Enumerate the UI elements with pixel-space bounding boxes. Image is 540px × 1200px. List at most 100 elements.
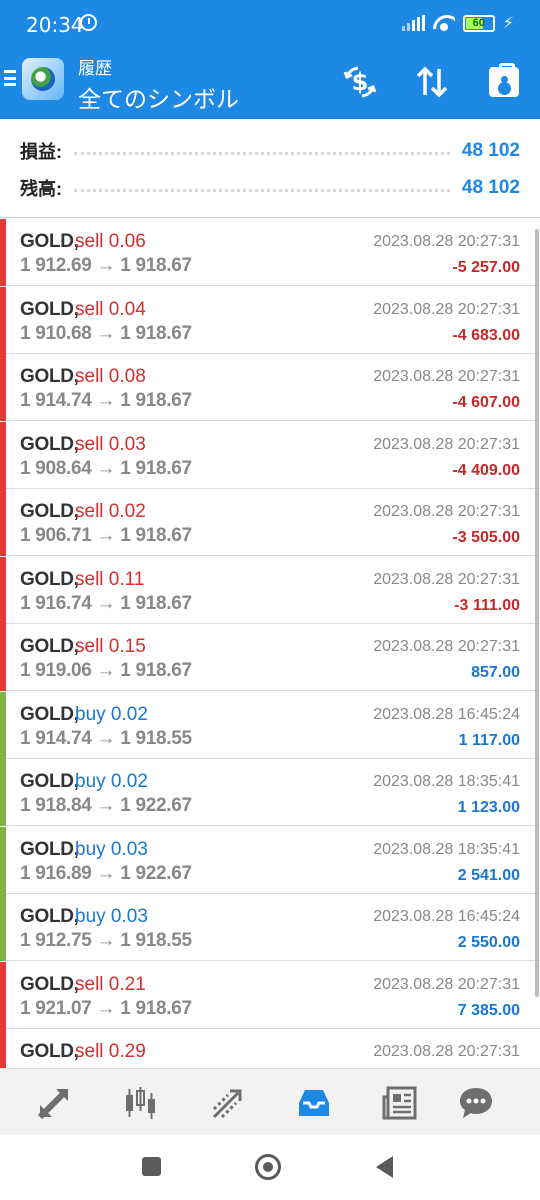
trade-profit: -4 683.00	[452, 326, 520, 344]
balance-row: 残高: 48 102	[20, 173, 520, 203]
trade-symbol: GOLD,	[20, 1041, 79, 1062]
balance-label: 残高:	[20, 179, 62, 199]
trade-icon[interactable]	[208, 1083, 248, 1123]
chat-icon[interactable]	[456, 1083, 496, 1123]
trade-time: 2023.08.28 20:27:31	[373, 435, 520, 453]
trade-symbol: GOLD,	[20, 433, 79, 455]
trade-profit: -4 607.00	[452, 394, 520, 411]
trade-side-volume: sell 0.04	[75, 298, 146, 320]
profit-value: 48 102	[461, 140, 520, 161]
history-inbox-icon[interactable]	[294, 1083, 334, 1123]
trade-prices: 1 906.71 → 1 918.67	[20, 525, 192, 546]
trade-profit: -3 505.00	[452, 529, 520, 546]
charging-icon: ⚡	[502, 15, 514, 32]
recents-square-icon[interactable]	[142, 1157, 161, 1176]
trade-row[interactable]: GOLD, sell 0.06 1 912.69 → 1 918.67 2023.08…	[0, 219, 540, 286]
trade-list[interactable]: GOLD, sell 0.29 2023.08.28 20:27:31 GOLD, se…	[0, 219, 540, 1068]
trade-row[interactable]: GOLD, buy 0.02 1 918.84 → 1 922.67 2023.08.…	[0, 759, 540, 826]
trade-profit: -3 111.00	[454, 596, 520, 614]
trade-profit: 2 550.00	[457, 934, 520, 951]
trade-row[interactable]: GOLD, sell 0.11 1 916.74 → 1 918.67 2023.08…	[0, 556, 540, 624]
sell-indicator-bar	[0, 556, 6, 624]
trade-profit: 1 117.00	[458, 731, 520, 749]
trade-side-volume: sell 0.02	[75, 501, 146, 522]
trade-row[interactable]: GOLD, sell 0.29 2023.08.28 20:27:31	[0, 1029, 540, 1068]
trade-symbol: GOLD,	[20, 636, 79, 657]
trade-prices: 1 912.69 → 1 918.67	[20, 255, 192, 276]
signal-icon	[401, 15, 425, 31]
buy-indicator-bar	[0, 894, 6, 961]
trade-row[interactable]: GOLD, buy 0.02 1 914.74 → 1 918.55 2023.08.…	[0, 691, 540, 759]
trade-side-volume: sell 0.11	[75, 568, 145, 590]
trade-side-volume: buy 0.02	[75, 771, 148, 792]
profit-label: 損益:	[20, 142, 62, 162]
sort-svg	[416, 66, 448, 98]
app-title[interactable]: 全てのシンボル	[78, 80, 239, 114]
app-bar: 履歴 全てのシンボル $	[0, 46, 540, 119]
status-icons: 60 ⚡	[401, 13, 514, 33]
news-icon[interactable]	[380, 1083, 420, 1123]
trade-side-volume: sell 0.08	[75, 366, 146, 387]
trade-side-volume: sell 0.29	[75, 1041, 146, 1062]
sell-indicator-bar	[0, 1029, 6, 1068]
report-icon[interactable]	[484, 62, 524, 102]
trade-time: 2023.08.28 16:45:24	[373, 705, 520, 723]
trade-prices: 1 916.89 → 1 922.67	[20, 862, 192, 884]
balance-value: 48 102	[461, 177, 520, 198]
trade-row[interactable]: GOLD, sell 0.04 1 910.68 → 1 918.67 2023.08…	[0, 286, 540, 354]
trade-symbol: GOLD,	[20, 501, 79, 522]
sell-indicator-bar	[0, 421, 6, 489]
hamburger-menu-icon[interactable]	[4, 70, 16, 86]
dollar-exchange-icon[interactable]: $	[340, 62, 380, 102]
app-logo[interactable]	[22, 58, 64, 100]
trade-row[interactable]: GOLD, sell 0.08 1 914.74 → 1 918.67 2023.08…	[0, 354, 540, 421]
svg-text:$: $	[352, 68, 369, 96]
trade-time: 2023.08.28 16:45:24	[373, 908, 520, 925]
battery-level: 60	[472, 16, 485, 29]
scrollbar[interactable]	[535, 229, 539, 997]
trade-row[interactable]: GOLD, buy 0.03 1 916.89 → 1 922.67 2023.08.…	[0, 826, 540, 894]
sell-indicator-bar	[0, 219, 6, 286]
trade-row[interactable]: GOLD, sell 0.21 1 921.07 → 1 918.67 2023.08…	[0, 961, 540, 1029]
trade-profit: 1 123.00	[457, 799, 520, 816]
buy-indicator-bar	[0, 759, 6, 826]
status-bar: 20:34 60 ⚡	[0, 0, 540, 46]
trade-side-volume: sell 0.03	[75, 433, 146, 455]
trade-svg	[212, 1089, 242, 1119]
trade-row[interactable]: GOLD, buy 0.03 1 912.75 → 1 918.55 2023.08.…	[0, 894, 540, 961]
app-subtitle: 履歴	[78, 59, 112, 78]
status-time: 20:34	[26, 13, 84, 37]
trade-time: 2023.08.28 20:27:31	[373, 975, 520, 993]
dollar-exchange-svg: $	[343, 66, 377, 98]
sort-icon[interactable]	[412, 62, 452, 102]
trade-symbol: GOLD,	[20, 703, 79, 725]
balance-dots	[74, 188, 450, 192]
trade-prices: 1 918.84 → 1 922.67	[20, 795, 192, 816]
trade-side-volume: sell 0.15	[75, 636, 146, 657]
trade-symbol: GOLD,	[20, 231, 79, 252]
trade-time: 2023.08.28 20:27:31	[373, 503, 520, 520]
buy-indicator-bar	[0, 826, 6, 894]
trade-time: 2023.08.28 20:27:31	[373, 1043, 520, 1060]
trade-row[interactable]: GOLD, sell 0.02 1 906.71 → 1 918.67 2023.08…	[0, 489, 540, 556]
sell-indicator-bar	[0, 624, 6, 691]
sell-indicator-bar	[0, 489, 6, 556]
trade-prices: 1 912.75 → 1 918.55	[20, 930, 192, 951]
trade-side-volume: sell 0.06	[75, 231, 146, 252]
trade-symbol: GOLD,	[20, 906, 79, 927]
quotes-svg	[37, 1088, 69, 1120]
quotes-arrows-icon[interactable]	[34, 1083, 74, 1123]
chart-candles-icon[interactable]	[120, 1083, 160, 1123]
chat-svg	[460, 1088, 492, 1118]
profit-dots	[74, 151, 450, 155]
trade-row[interactable]: GOLD, sell 0.03 1 908.64 → 1 918.67 2023.08…	[0, 421, 540, 489]
trade-profit: 2 541.00	[457, 866, 520, 884]
sell-indicator-bar	[0, 354, 6, 421]
trade-row[interactable]: GOLD, sell 0.15 1 919.06 → 1 918.67 2023.08…	[0, 624, 540, 691]
trade-prices: 1 914.74 → 1 918.67	[20, 390, 192, 411]
home-circle-icon[interactable]	[255, 1154, 281, 1180]
trade-symbol: GOLD,	[20, 366, 79, 387]
trade-symbol: GOLD,	[20, 838, 79, 860]
trade-symbol: GOLD,	[20, 568, 79, 590]
back-triangle-icon[interactable]	[376, 1156, 393, 1178]
